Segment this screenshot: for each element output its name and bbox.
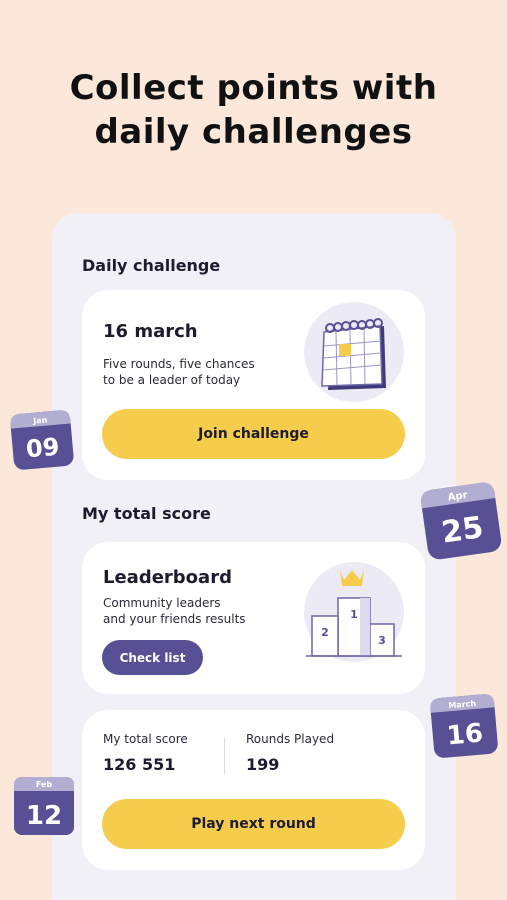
headline-line-1: Collect points with: [69, 68, 438, 108]
podium-illustration-icon: 1 2 3: [304, 562, 404, 662]
total-score-heading: My total score: [82, 504, 211, 523]
join-challenge-button[interactable]: Join challenge: [102, 409, 405, 459]
badge-march-day: 16: [446, 718, 485, 751]
leaderboard-description-line-1: Community leaders: [103, 596, 221, 610]
page-headline: Collect points with daily challenges: [0, 66, 507, 154]
badge-jan-month: Jan: [32, 415, 48, 425]
challenge-date: 16 march: [103, 321, 198, 342]
podium-label-third: 3: [378, 634, 386, 647]
leaderboard-description: Community leaders and your friends resul…: [103, 595, 246, 627]
badge-apr-day: 25: [439, 510, 485, 550]
total-score-label: My total score: [103, 732, 188, 746]
challenge-description-line-2: to be a leader of today: [103, 373, 241, 387]
calendar-badge-feb: Feb 12: [14, 777, 74, 835]
calendar-badge-march: March 16: [430, 694, 498, 758]
badge-feb-month: Feb: [36, 780, 53, 789]
rounds-played-value: 199: [246, 755, 280, 774]
calendar-badge-apr: Apr 25: [421, 482, 502, 560]
badge-feb-day: 12: [26, 801, 62, 831]
rounds-played-label: Rounds Played: [246, 732, 335, 746]
calendar-badge-jan: Jan 09: [10, 410, 74, 470]
challenge-description: Five rounds, five chances to be a leader…: [103, 356, 255, 388]
calendar-illustration-icon: [304, 302, 404, 402]
podium-label-first: 1: [350, 608, 358, 621]
stats-divider: [224, 738, 225, 774]
podium-label-second: 2: [321, 626, 329, 639]
badge-jan-day: 09: [25, 433, 61, 464]
leaderboard-card: Leaderboard Community leaders and your f…: [82, 542, 425, 694]
leaderboard-title: Leaderboard: [103, 567, 232, 588]
score-card: My total score 126 551 Rounds Played 199…: [82, 710, 425, 870]
play-next-round-button[interactable]: Play next round: [102, 799, 405, 849]
daily-challenge-card: 16 march Five rounds, five chances to be…: [82, 290, 425, 480]
headline-line-2: daily challenges: [94, 112, 413, 152]
total-score-value: 126 551: [103, 755, 176, 774]
challenge-description-line-1: Five rounds, five chances: [103, 357, 255, 371]
daily-challenge-heading: Daily challenge: [82, 256, 221, 275]
leaderboard-description-line-2: and your friends results: [103, 612, 246, 626]
check-list-button[interactable]: Check list: [102, 640, 203, 675]
